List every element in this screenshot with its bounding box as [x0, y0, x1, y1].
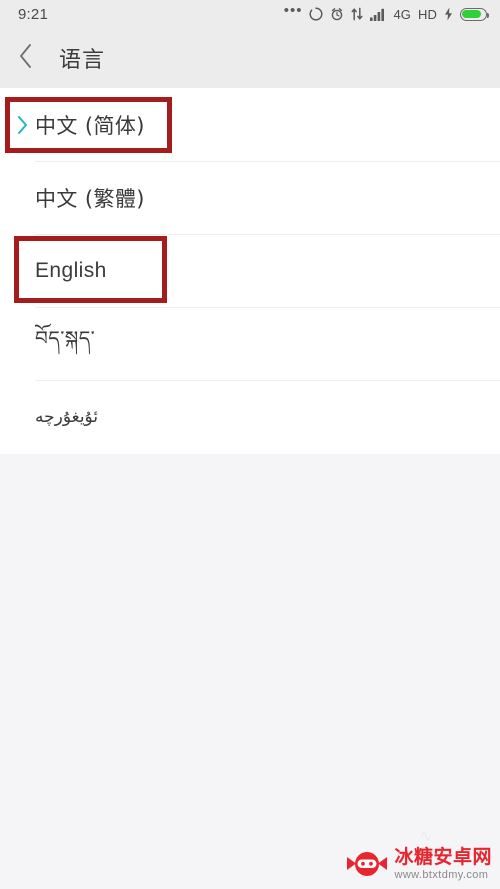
chevron-left-icon	[18, 42, 34, 75]
sync-circle-icon	[309, 7, 323, 21]
watermark-text: 冰糖安卓网 www.btxtdmy.com	[394, 848, 492, 881]
chevron-right-icon	[16, 114, 29, 136]
charging-bolt-icon	[444, 7, 453, 21]
list-item[interactable]: བོད་སྐད་	[0, 307, 500, 380]
list-item[interactable]: 中文 (繁體)	[0, 161, 500, 234]
language-list: 中文 (简体) 中文 (繁體) English བོད་སྐད་ ئۇيغۇرچ…	[0, 88, 500, 454]
alarm-clock-icon	[330, 7, 344, 21]
list-item[interactable]: 中文 (简体)	[0, 88, 500, 161]
signal-bars-icon	[370, 8, 386, 21]
language-label: བོད་སྐད་	[35, 325, 96, 350]
network-type-label: 4G	[393, 6, 412, 22]
language-label: ئۇيغۇرچە	[35, 406, 99, 427]
watermark-url: www.btxtdmy.com	[394, 869, 489, 881]
list-item[interactable]: ئۇيغۇرچە	[0, 380, 500, 453]
status-bar: 9:21 ••• 4G HD	[0, 0, 500, 28]
page-title: 语言	[59, 48, 106, 73]
hd-voice-label: HD	[418, 6, 437, 22]
status-bar-clock: 9:21	[18, 5, 48, 23]
watermark-ghost-mark: ∿	[419, 828, 434, 845]
status-bar-icons: ••• 4G HD	[283, 2, 489, 22]
watermark-title: 冰糖安卓网	[394, 846, 492, 868]
battery-fill	[462, 9, 481, 19]
overflow-dots-icon: •••	[283, 2, 303, 19]
language-label: 中文 (简体)	[35, 113, 145, 138]
back-button[interactable]	[18, 38, 48, 78]
watermark: 冰糖安卓网 www.btxtdmy.com	[345, 848, 492, 881]
language-label: English	[35, 258, 107, 282]
list-item[interactable]: English	[0, 234, 500, 307]
battery-icon	[460, 7, 489, 21]
language-label: 中文 (繁體)	[35, 186, 145, 211]
data-transfer-icon	[351, 7, 364, 21]
page-header: 语言	[0, 28, 500, 88]
phone-screen: 9:21 ••• 4G HD 语言 中文 (简体) 中文 (繁體) Englis…	[0, 0, 500, 889]
candy-ninja-logo-icon	[345, 850, 389, 880]
